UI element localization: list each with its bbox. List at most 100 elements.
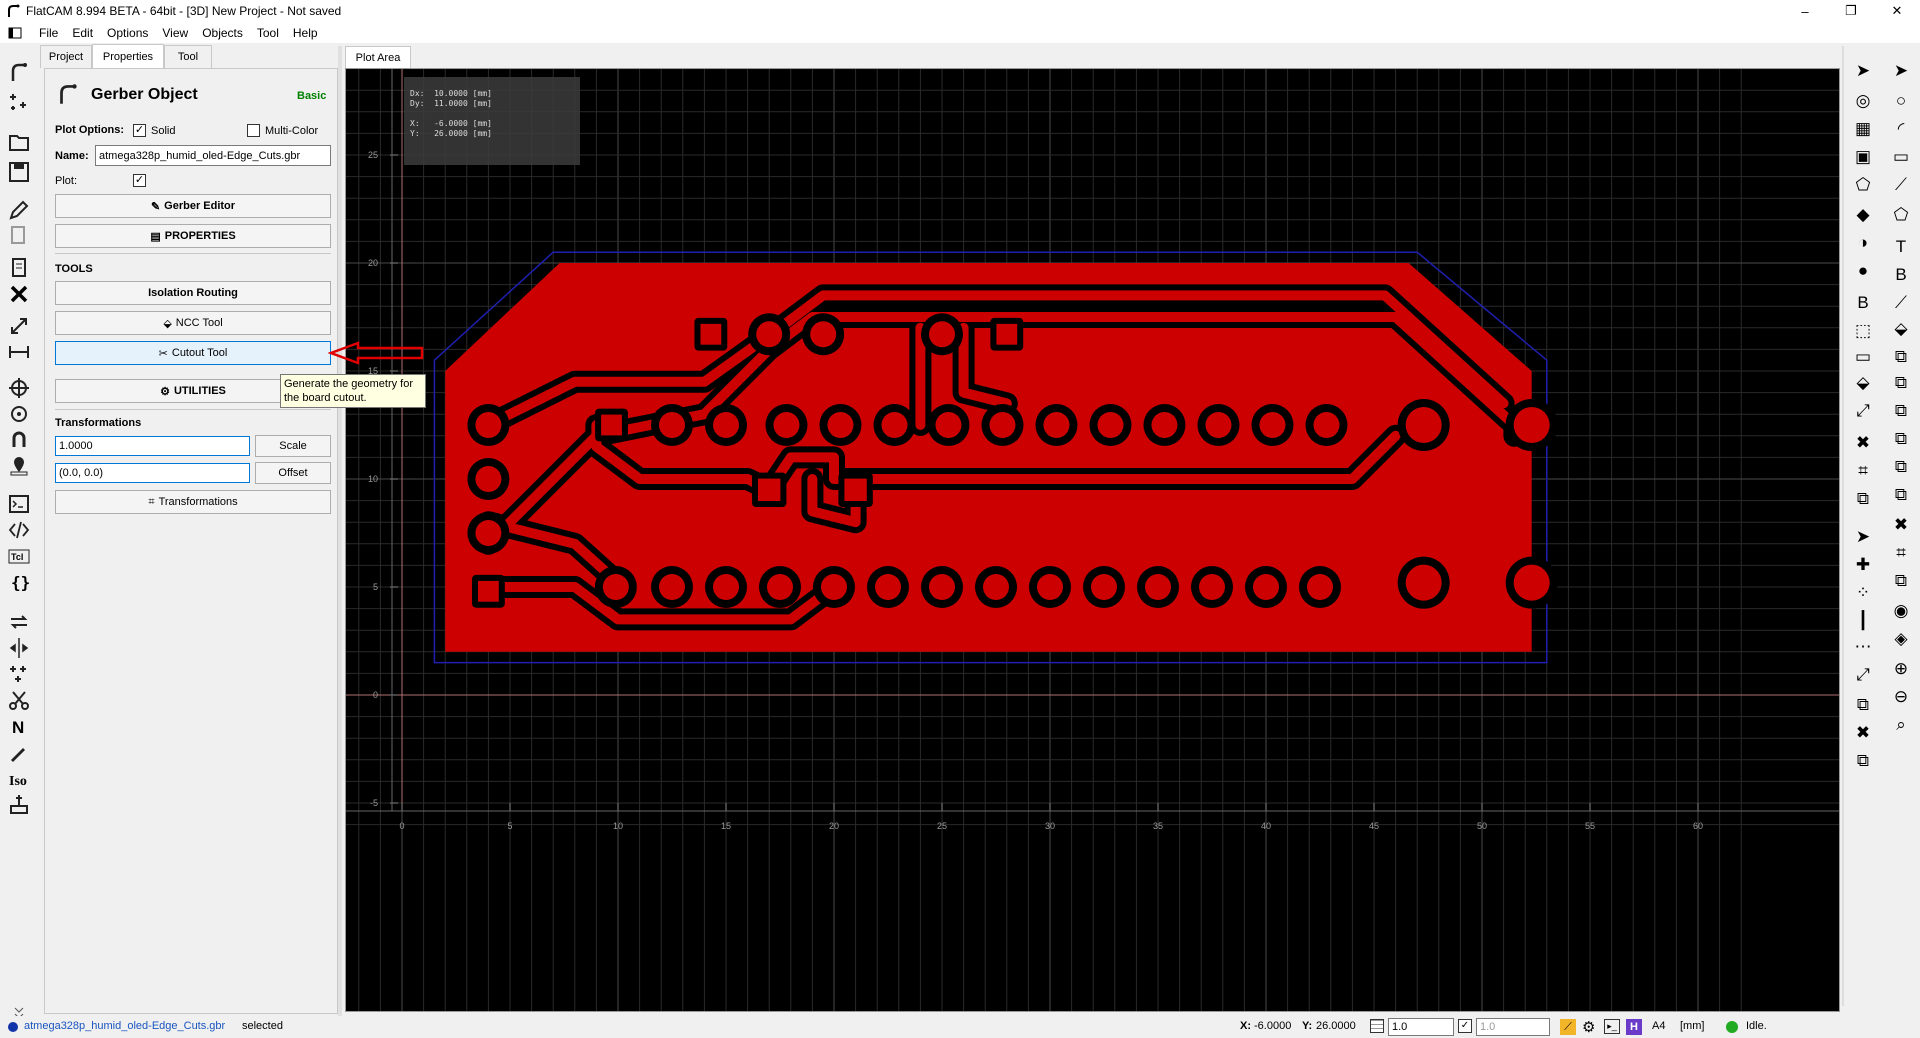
menu-options[interactable]: Options bbox=[100, 26, 155, 40]
delete-icon[interactable] bbox=[7, 282, 31, 306]
delete-icon[interactable]: ✖ bbox=[1852, 432, 1874, 454]
tab-tool[interactable]: Tool bbox=[164, 45, 212, 68]
letter-b-icon[interactable]: B bbox=[1852, 292, 1874, 314]
paper-size[interactable]: A4 bbox=[1652, 1020, 1665, 1032]
units-label[interactable]: [mm] bbox=[1680, 1020, 1704, 1032]
polygon-icon[interactable]: ⬠ bbox=[1852, 174, 1874, 196]
region-icon[interactable]: ▭ bbox=[1852, 346, 1874, 368]
open-folder-icon[interactable] bbox=[7, 130, 31, 154]
copy-2-icon[interactable]: ⧉ bbox=[1852, 694, 1874, 716]
settings-gear-icon[interactable]: ⚙ bbox=[1582, 1018, 1595, 1036]
copy-7-icon[interactable]: ⧉ bbox=[1890, 428, 1912, 450]
center-circle-icon[interactable]: ◉ bbox=[1890, 600, 1912, 622]
code-editor-icon[interactable] bbox=[7, 518, 31, 542]
distance-icon[interactable] bbox=[7, 340, 31, 364]
center-2-icon[interactable]: ◈ bbox=[1890, 628, 1912, 650]
zoom-in-icon[interactable]: ⊕ bbox=[1890, 658, 1912, 680]
offset-button[interactable]: Offset bbox=[255, 462, 331, 484]
grid-array-icon[interactable]: ▦ bbox=[1852, 118, 1874, 140]
circle-icon[interactable]: ○ bbox=[1890, 90, 1912, 112]
menu-toggle-icon[interactable] bbox=[8, 26, 22, 40]
transformations-button[interactable]: ⌗ Transformations bbox=[55, 490, 331, 514]
rectangle-icon[interactable]: ▭ bbox=[1890, 146, 1912, 168]
grid-icon[interactable] bbox=[1370, 1019, 1384, 1033]
scale-input[interactable]: 1.0000 bbox=[55, 436, 250, 456]
shell-toggle-icon[interactable]: ▸_ bbox=[1604, 1019, 1620, 1034]
pencil-icon[interactable] bbox=[7, 198, 31, 222]
pointer-2-icon[interactable]: ➤ bbox=[1852, 526, 1874, 548]
zoom-out-icon[interactable]: ⊖ bbox=[1890, 686, 1912, 708]
dots-h-icon[interactable]: ⋯ bbox=[1852, 636, 1874, 658]
eraser-icon[interactable]: ⬙ bbox=[1852, 372, 1874, 394]
flip-icon[interactable] bbox=[7, 610, 31, 634]
copy-4-icon[interactable]: ⧉ bbox=[1890, 346, 1912, 368]
copy-3-icon[interactable]: ⧉ bbox=[1852, 750, 1874, 772]
letter-b-2-icon[interactable]: B bbox=[1890, 264, 1912, 286]
plot-area[interactable]: 05101520253035404550556035302520151050-5… bbox=[345, 68, 1840, 1012]
path-icon[interactable]: ⟋ bbox=[1890, 174, 1912, 196]
hud-badge[interactable]: H bbox=[1626, 1019, 1642, 1035]
tab-properties[interactable]: Properties bbox=[92, 44, 164, 68]
paint-icon[interactable] bbox=[7, 740, 31, 764]
brush-icon[interactable]: ⟋ bbox=[1890, 292, 1912, 314]
origin-icon[interactable] bbox=[7, 376, 31, 400]
eraser-2-icon[interactable]: ⬙ bbox=[1890, 318, 1912, 340]
tab-plot-area[interactable]: Plot Area bbox=[345, 46, 411, 68]
cutout-icon[interactable] bbox=[7, 688, 31, 712]
plus-icon[interactable]: ✚ bbox=[1852, 554, 1874, 576]
array-dots-icon[interactable]: ⁘ bbox=[1852, 582, 1874, 604]
properties-button[interactable]: ▤ PROPERTIES bbox=[55, 224, 331, 248]
move-copy-icon[interactable]: ⧉ bbox=[1852, 488, 1874, 510]
braces-icon[interactable]: {} bbox=[7, 570, 31, 594]
text-icon[interactable]: T bbox=[1890, 236, 1912, 258]
scale-button[interactable]: Scale bbox=[255, 435, 331, 457]
copy-5-icon[interactable]: ⧉ bbox=[1890, 372, 1912, 394]
menu-file[interactable]: File bbox=[32, 26, 65, 40]
pad-shape-icon[interactable]: ◆ bbox=[1852, 204, 1874, 226]
plot-canvas[interactable]: 05101520253035404550556035302520151050-5 bbox=[346, 69, 1839, 1011]
ncc-icon[interactable]: N bbox=[7, 714, 31, 738]
circle-target-icon[interactable]: ◎ bbox=[1852, 90, 1874, 112]
isolation-icon[interactable]: Iso bbox=[7, 766, 31, 790]
pad-array-icon[interactable]: ▣ bbox=[1852, 146, 1874, 168]
cutout-tool-button[interactable]: ✂ Cutout Tool bbox=[55, 341, 331, 365]
menu-tool[interactable]: Tool bbox=[250, 26, 286, 40]
snap-icon[interactable]: ⟋ bbox=[1560, 1019, 1576, 1035]
close-button[interactable]: ✕ bbox=[1874, 0, 1920, 22]
maximize-button[interactable]: ❐ bbox=[1828, 0, 1874, 22]
copy-10-icon[interactable]: ⧉ bbox=[1890, 570, 1912, 592]
mode-label[interactable]: Basic bbox=[297, 90, 326, 102]
menu-objects[interactable]: Objects bbox=[195, 26, 250, 40]
copy-8-icon[interactable]: ⧉ bbox=[1890, 456, 1912, 478]
offset-input[interactable]: (0.0, 0.0) bbox=[55, 463, 250, 483]
menu-help[interactable]: Help bbox=[286, 26, 325, 40]
jump-to-icon[interactable] bbox=[7, 402, 31, 426]
grid-y-input[interactable]: 1.0 bbox=[1476, 1018, 1550, 1036]
grid-lock-checkbox[interactable]: ✓ bbox=[1458, 1019, 1472, 1033]
transform-2-icon[interactable]: ⌗ bbox=[1890, 542, 1912, 564]
plot-checkbox[interactable]: ✓ bbox=[133, 174, 146, 187]
expand-icon[interactable]: ⤢ bbox=[1852, 664, 1874, 686]
transform-icon[interactable]: ⌗ bbox=[1852, 460, 1874, 482]
grid-x-input[interactable]: 1.0 bbox=[1388, 1018, 1454, 1036]
polygon-2-icon[interactable]: ⬠ bbox=[1890, 204, 1912, 226]
delete-3-icon[interactable]: ✖ bbox=[1890, 514, 1912, 536]
minimize-button[interactable]: – bbox=[1782, 0, 1828, 22]
copy-9-icon[interactable]: ⧉ bbox=[1890, 484, 1912, 506]
align-pad-icon[interactable]: ⬚ bbox=[1852, 320, 1874, 342]
pointer-icon[interactable]: ➤ bbox=[1852, 60, 1874, 82]
solid-checkbox[interactable]: ✓ bbox=[133, 124, 146, 137]
menu-view[interactable]: View bbox=[155, 26, 195, 40]
shell-icon[interactable] bbox=[7, 492, 31, 516]
scale-pad-icon[interactable]: ⤢ bbox=[1852, 400, 1874, 422]
panel-splitter[interactable] bbox=[338, 46, 342, 1016]
line-v-icon[interactable]: ┃ bbox=[1852, 610, 1874, 632]
drilling-icon[interactable] bbox=[7, 792, 31, 816]
pointer-3-icon[interactable]: ➤ bbox=[1890, 60, 1912, 82]
filled-circle-icon[interactable]: ● bbox=[1852, 260, 1874, 282]
multicolor-checkbox[interactable] bbox=[247, 124, 260, 137]
tcl-script-icon[interactable]: Tcl bbox=[7, 544, 31, 568]
gerber-editor-button[interactable]: ✎ Gerber Editor bbox=[55, 194, 331, 218]
align-icon[interactable] bbox=[7, 636, 31, 660]
name-input[interactable]: atmega328p_humid_oled-Edge_Cuts.gbr bbox=[95, 145, 331, 166]
